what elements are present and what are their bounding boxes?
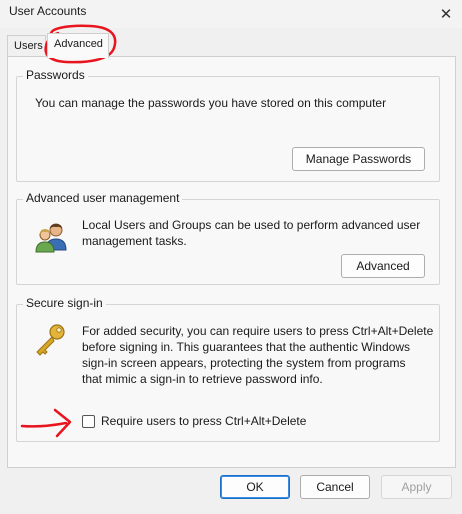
advanced-description-line1: Local Users and Groups can be used to pe… bbox=[82, 218, 421, 232]
title-bar: User Accounts ✕ bbox=[0, 0, 462, 28]
secure-description-line1: For added security, you can require user… bbox=[82, 324, 434, 338]
advanced-description-line2: management tasks. bbox=[82, 234, 187, 248]
require-ctrl-alt-delete-option[interactable]: Require users to press Ctrl+Alt+Delete bbox=[82, 414, 306, 428]
passwords-description: You can manage the passwords you have st… bbox=[35, 96, 387, 110]
close-icon: ✕ bbox=[439, 6, 453, 23]
secure-description-line3: sign-in screen appears, protecting the s… bbox=[82, 356, 406, 370]
cancel-button[interactable]: Cancel bbox=[300, 475, 370, 499]
users-group-icon bbox=[34, 220, 70, 256]
secure-sign-in-legend: Secure sign-in bbox=[23, 296, 106, 310]
advanced-button[interactable]: Advanced bbox=[341, 254, 425, 278]
manage-passwords-button[interactable]: Manage Passwords bbox=[292, 147, 425, 171]
passwords-legend: Passwords bbox=[23, 68, 88, 82]
secure-description-line2: before signing in. This guarantees that … bbox=[82, 340, 410, 354]
require-ctrl-alt-delete-checkbox[interactable] bbox=[82, 414, 95, 428]
close-button[interactable]: ✕ bbox=[430, 0, 462, 28]
apply-button[interactable]: Apply bbox=[381, 475, 452, 499]
advanced-user-management-legend: Advanced user management bbox=[23, 191, 183, 205]
tab-advanced[interactable]: Advanced bbox=[47, 33, 109, 58]
tab-users[interactable]: Users bbox=[7, 35, 46, 57]
secure-description-line4: that mimic a sign-in to retrieve passwor… bbox=[82, 372, 323, 386]
require-ctrl-alt-delete-label: Require users to press Ctrl+Alt+Delete bbox=[101, 414, 307, 428]
key-icon bbox=[32, 322, 68, 358]
window-title: User Accounts bbox=[9, 4, 87, 18]
ok-button[interactable]: OK bbox=[220, 475, 290, 499]
